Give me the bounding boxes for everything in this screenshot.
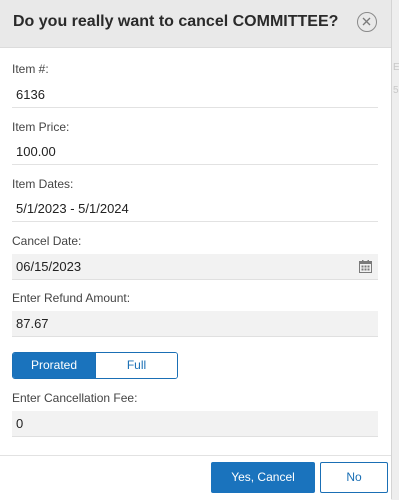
close-icon bbox=[362, 17, 371, 26]
dialog-footer: Yes, Cancel No bbox=[0, 455, 391, 500]
yes-cancel-button[interactable]: Yes, Cancel bbox=[211, 462, 315, 493]
refund-amount-label: Enter Refund Amount: bbox=[12, 291, 131, 305]
close-button[interactable] bbox=[357, 12, 377, 32]
prorated-option[interactable]: Prorated bbox=[13, 353, 95, 378]
refund-type-toggle: Prorated Full bbox=[12, 352, 178, 379]
refund-amount-input[interactable]: 87.67 bbox=[12, 311, 378, 337]
cancel-dialog: Do you really want to cancel COMMITTEE? … bbox=[0, 0, 392, 500]
dialog-title: Do you really want to cancel COMMITTEE? bbox=[13, 13, 339, 30]
dialog-header: Do you really want to cancel COMMITTEE? bbox=[0, 0, 391, 48]
item-price-label: Item Price: bbox=[12, 120, 70, 134]
background-text-fragment: 5 bbox=[393, 85, 399, 96]
cancellation-fee-label: Enter Cancellation Fee: bbox=[12, 391, 138, 405]
cancel-date-value: 06/15/2023 bbox=[16, 259, 82, 274]
calendar-icon[interactable] bbox=[359, 260, 372, 273]
no-button[interactable]: No bbox=[320, 462, 388, 493]
cancel-date-label: Cancel Date: bbox=[12, 234, 82, 248]
item-dates-label: Item Dates: bbox=[12, 177, 74, 191]
full-option[interactable]: Full bbox=[95, 353, 177, 378]
item-number-value: 6136 bbox=[12, 82, 378, 108]
cancellation-fee-input[interactable]: 0 bbox=[12, 411, 378, 437]
cancel-date-input[interactable]: 06/15/2023 bbox=[12, 254, 378, 280]
background-text-fragment: E bbox=[393, 62, 399, 73]
item-dates-value: 5/1/2023 - 5/1/2024 bbox=[12, 196, 378, 222]
item-number-label: Item #: bbox=[12, 62, 49, 76]
item-price-value: 100.00 bbox=[12, 139, 378, 165]
